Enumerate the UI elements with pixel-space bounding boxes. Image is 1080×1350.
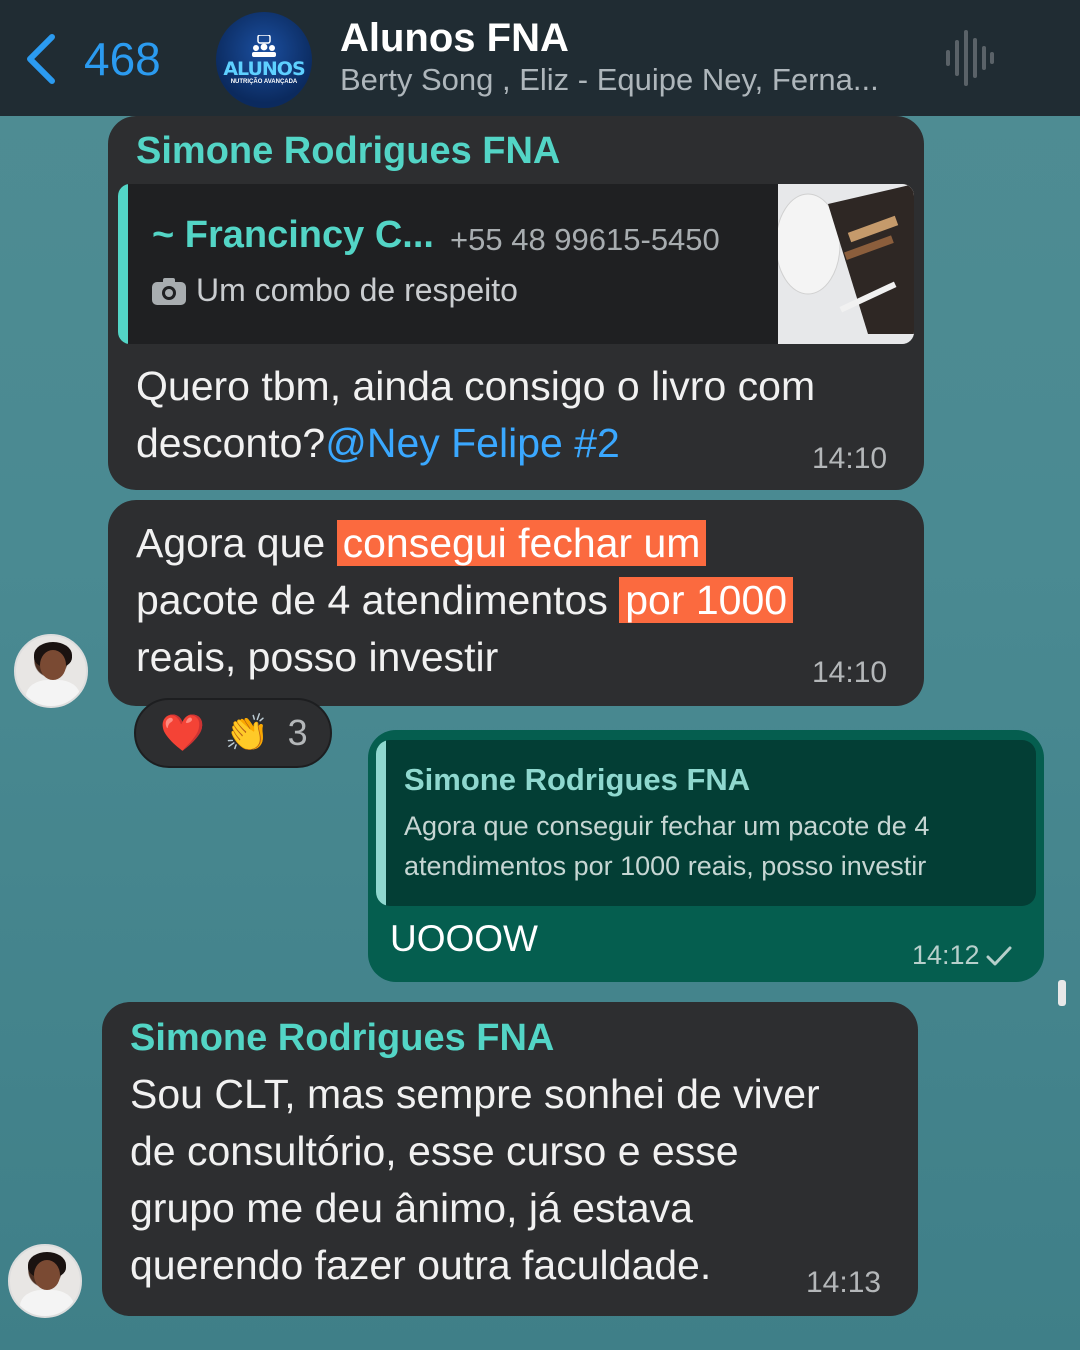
message-text: Quero tbm, ainda consigo o livro com des… xyxy=(136,358,815,472)
highlighted-text: consegui fechar um xyxy=(336,520,707,566)
quote-text: Agora que conseguir fechar um pacote de … xyxy=(404,811,930,881)
quote-thumbnail-image xyxy=(775,184,914,344)
chat-header: 468 ALUNOS NUTRIÇÃO AVANÇADA Alunos FNA … xyxy=(0,0,1080,116)
message-line: de consultório, esse curso e esse xyxy=(130,1128,739,1174)
check-icon xyxy=(986,946,1012,965)
group-members[interactable]: Berty Song , Eliz - Equipe Ney, Ferna... xyxy=(340,62,879,98)
quote-sender: ~ Francincy C... xyxy=(152,214,434,256)
reaction-count: 3 xyxy=(287,712,308,753)
group-logo-icon xyxy=(252,35,276,57)
quote-text: Um combo de respeito xyxy=(196,272,518,308)
message-line: Quero tbm, ainda consigo o livro com xyxy=(136,363,816,409)
quote-bar xyxy=(118,184,128,344)
group-title[interactable]: Alunos FNA xyxy=(340,16,569,61)
message-segment: desconto? xyxy=(136,420,326,466)
message-text: Sou CLT, mas sempre sonhei de viver de c… xyxy=(130,1066,820,1294)
message-line: desconto?@Ney Felipe #2 xyxy=(136,415,815,472)
message-time: 14:10 xyxy=(812,442,888,475)
group-avatar[interactable]: ALUNOS NUTRIÇÃO AVANÇADA xyxy=(216,12,312,108)
clap-reaction-icon: 👏 xyxy=(224,712,270,753)
back-button[interactable]: 468 xyxy=(22,28,161,90)
message-line: querendo fazer outra faculdade. xyxy=(130,1242,712,1288)
audio-wave-icon[interactable] xyxy=(944,28,996,88)
message-line: pacote de 4 atendimentos por 1000 xyxy=(136,572,794,629)
message-line: grupo me deu ânimo, já estava xyxy=(130,1185,693,1231)
sender-avatar[interactable] xyxy=(14,634,88,708)
message-time: 14:13 xyxy=(806,1266,882,1299)
message-time: 14:12 xyxy=(912,940,980,970)
message-sender[interactable]: Simone Rodrigues FNA xyxy=(136,130,560,173)
heart-reaction-icon: ❤️ xyxy=(160,712,205,753)
quoted-message[interactable]: ~ Francincy C... +55 48 99615-5450 Um co… xyxy=(118,184,914,344)
unread-count: 468 xyxy=(84,33,161,85)
quoted-message[interactable]: Simone Rodrigues FNA Agora que conseguir… xyxy=(376,740,1036,906)
chevron-left-icon xyxy=(27,34,55,84)
reactions-pill[interactable]: ❤️ 👏 3 xyxy=(134,698,332,768)
message-text: Agora que consegui fechar um pacote de 4… xyxy=(136,515,794,686)
message-line: reais, posso investir xyxy=(136,634,499,680)
message-text: UOOOW xyxy=(390,918,538,959)
logo-subtitle: NUTRIÇÃO AVANÇADA xyxy=(230,79,298,85)
message-time: 14:10 xyxy=(812,656,888,689)
message-segment: Agora que xyxy=(136,520,337,566)
quote-phone: +55 48 99615-5450 xyxy=(450,222,720,257)
scroll-indicator[interactable] xyxy=(1058,980,1066,1006)
sender-avatar[interactable] xyxy=(8,1244,82,1318)
mention-link[interactable]: @Ney Felipe #2 xyxy=(325,420,620,466)
message-segment: pacote de 4 atendimentos xyxy=(136,577,620,623)
logo-word: ALUNOS xyxy=(223,58,305,80)
message-status: 14:12 xyxy=(912,940,1012,971)
quote-text-row: Um combo de respeito xyxy=(152,272,518,309)
quote-bar xyxy=(376,740,386,906)
quote-sender: Simone Rodrigues FNA xyxy=(404,762,751,797)
message-line: Sou CLT, mas sempre sonhei de viver xyxy=(130,1071,820,1117)
message-line: Agora que consegui fechar um xyxy=(136,515,793,572)
highlighted-text: por 1000 xyxy=(619,577,794,623)
message-sender[interactable]: Simone Rodrigues FNA xyxy=(130,1017,554,1060)
camera-icon xyxy=(152,277,186,305)
